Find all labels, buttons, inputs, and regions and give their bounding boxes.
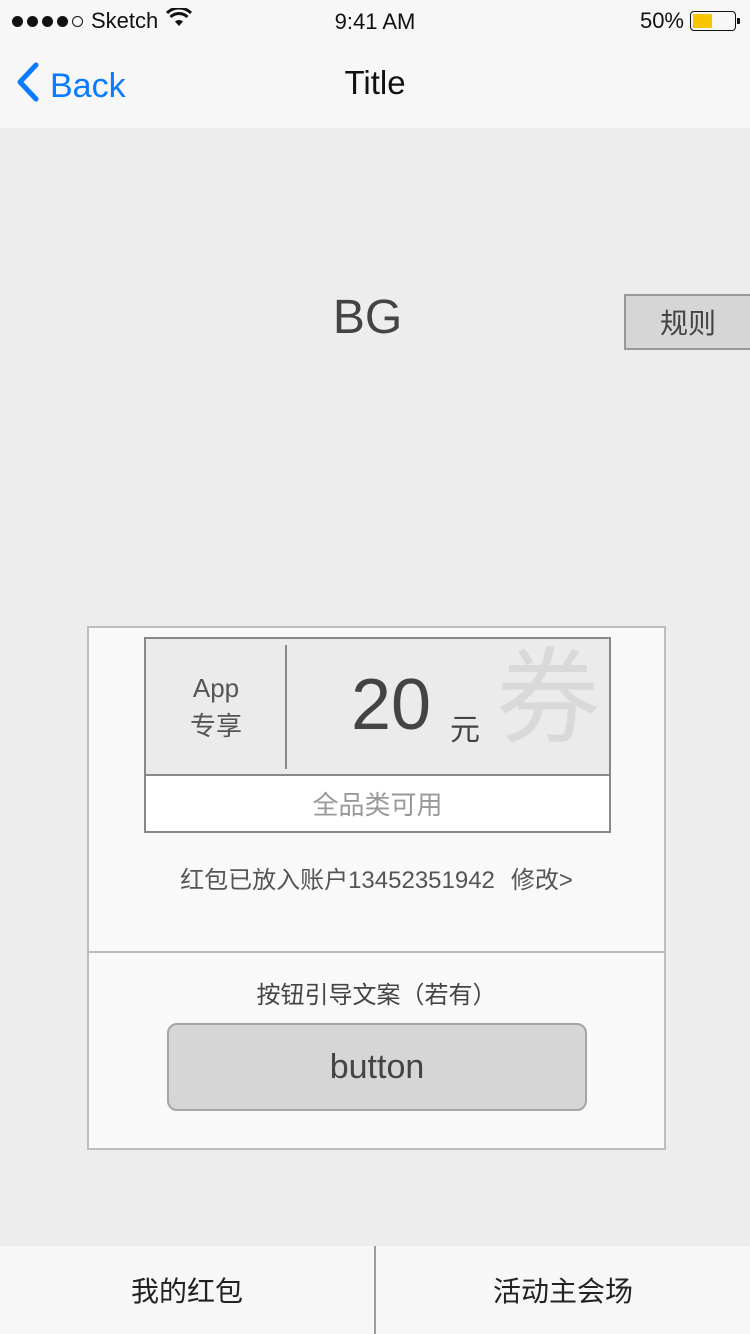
coupon-tag-line2: 专享	[189, 710, 242, 741]
tab-my-red-packets[interactable]: 我的红包	[0, 1246, 374, 1334]
card-divider	[89, 951, 664, 953]
coupon-scope: 全品类可用	[312, 790, 443, 820]
account-info: 红包已放入账户13452351942 修改>	[89, 860, 664, 895]
red-packet-card: App 专享 券 20 元 全品类可用 红包已放入账户13452351942 修改…	[87, 626, 666, 1150]
battery-percent: 50%	[639, 8, 684, 33]
coupon-tag-line1: App	[192, 672, 240, 703]
coupon-divider	[285, 645, 287, 769]
status-time: 9:41 AM	[334, 9, 416, 34]
battery-fill	[693, 14, 712, 28]
bottom-tab-bar: 我的红包 活动主会场	[0, 1246, 750, 1334]
account-text: 红包已放入账户13452351942	[180, 867, 495, 894]
coupon-watermark: 券	[496, 641, 601, 757]
coupon-amount: 20	[351, 665, 432, 745]
tab-main-event[interactable]: 活动主会场	[376, 1246, 750, 1334]
navigation-bar: Back Title	[0, 44, 750, 128]
button-guide-text: 按钮引导文案（若有）	[256, 982, 497, 1009]
coupon-header: App 专享 券 20 元	[146, 639, 609, 776]
page-title: Title	[344, 64, 406, 101]
coupon-unit: 元	[450, 714, 480, 747]
coupon-tag: App 专享	[146, 639, 286, 774]
primary-button[interactable]: button	[167, 1023, 587, 1111]
coupon: App 专享 券 20 元 全品类可用	[144, 637, 611, 833]
modify-account-link[interactable]: 修改>	[511, 867, 573, 894]
status-bar: Sketch 9:41 AM 50%	[0, 0, 750, 44]
status-right: 50%	[639, 8, 740, 34]
battery-icon	[690, 11, 740, 31]
rules-button[interactable]: 规则	[624, 294, 750, 350]
